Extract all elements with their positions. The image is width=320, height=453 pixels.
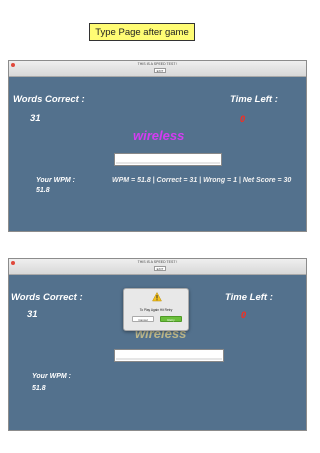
current-word: wireless	[133, 128, 185, 143]
words-correct-value: 31	[27, 309, 38, 320]
time-left-value: 0	[241, 310, 247, 320]
window-title: THIS IS A SPEED TEST !	[137, 260, 178, 264]
wpm-label: Your WPM :	[32, 373, 72, 380]
typing-input[interactable]	[114, 153, 222, 166]
title-bar: THIS IS A SPEED TEST ! EXIT	[9, 259, 306, 275]
dialog-message: To Play Again Hit Retry	[139, 308, 173, 312]
warning-icon	[152, 292, 162, 302]
speed-test-window-dialog: THIS IS A SPEED TEST ! EXIT Words Correc…	[8, 258, 307, 431]
wpm-value: 51.8	[36, 187, 50, 194]
words-correct-label: Words Correct :	[13, 94, 85, 105]
time-left-label: Time Left :	[225, 292, 273, 303]
retry-dialog: To Play Again Hit Retry Cancel Retry	[123, 288, 189, 331]
time-left-value: 0	[240, 114, 246, 124]
result-summary: WPM = 51.8 | Correct = 31 | Wrong = 1 | …	[112, 177, 292, 184]
wpm-value: 51.8	[32, 385, 46, 392]
wpm-label: Your WPM :	[36, 177, 76, 184]
speed-test-window-result: THIS IS A SPEED TEST ! EXIT Words Correc…	[8, 60, 307, 232]
title-bar: THIS IS A SPEED TEST ! EXIT	[9, 61, 306, 77]
typing-input[interactable]	[114, 349, 224, 362]
time-left-label: Time Left :	[230, 94, 278, 105]
words-correct-value: 31	[30, 113, 41, 124]
exit-button[interactable]: EXIT	[154, 266, 166, 271]
caption-label: Type Page after game	[89, 23, 195, 41]
window-title: THIS IS A SPEED TEST !	[137, 62, 178, 66]
retry-button[interactable]: Retry	[160, 316, 182, 322]
exit-button[interactable]: EXIT	[154, 68, 166, 73]
words-correct-label: Words Correct :	[11, 292, 83, 303]
cancel-button[interactable]: Cancel	[132, 316, 154, 322]
